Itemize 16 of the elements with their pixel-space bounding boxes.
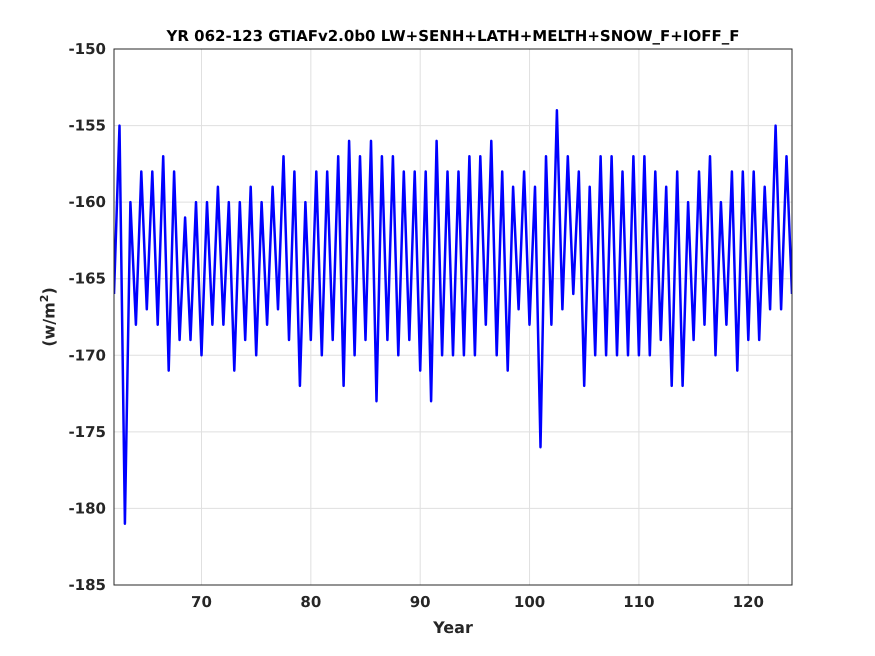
x-tick-label: 100 bbox=[514, 593, 546, 611]
y-tick-label: -175 bbox=[68, 422, 106, 441]
y-tick-label: -180 bbox=[68, 499, 106, 518]
y-tick-label: -155 bbox=[68, 116, 106, 135]
y-tick-label: -165 bbox=[68, 270, 106, 288]
chart-title: YR 062-123 GTIAFv2.0b0 LW+SENH+LATH+MELTH+SNOW_F+IOFF_F bbox=[166, 27, 740, 45]
x-tick-label: 80 bbox=[300, 593, 322, 611]
y-tick-label: -170 bbox=[68, 346, 106, 364]
y-tick-label: -185 bbox=[68, 576, 106, 594]
x-tick-label: 90 bbox=[410, 593, 431, 611]
x-tick-label: 120 bbox=[732, 593, 764, 611]
x-tick-label: 110 bbox=[623, 593, 655, 611]
y-tick-label: -160 bbox=[68, 193, 106, 212]
x-tick-label: 70 bbox=[191, 593, 212, 611]
y-tick-label: -150 bbox=[68, 40, 106, 58]
x-axis-label: Year bbox=[433, 618, 473, 637]
